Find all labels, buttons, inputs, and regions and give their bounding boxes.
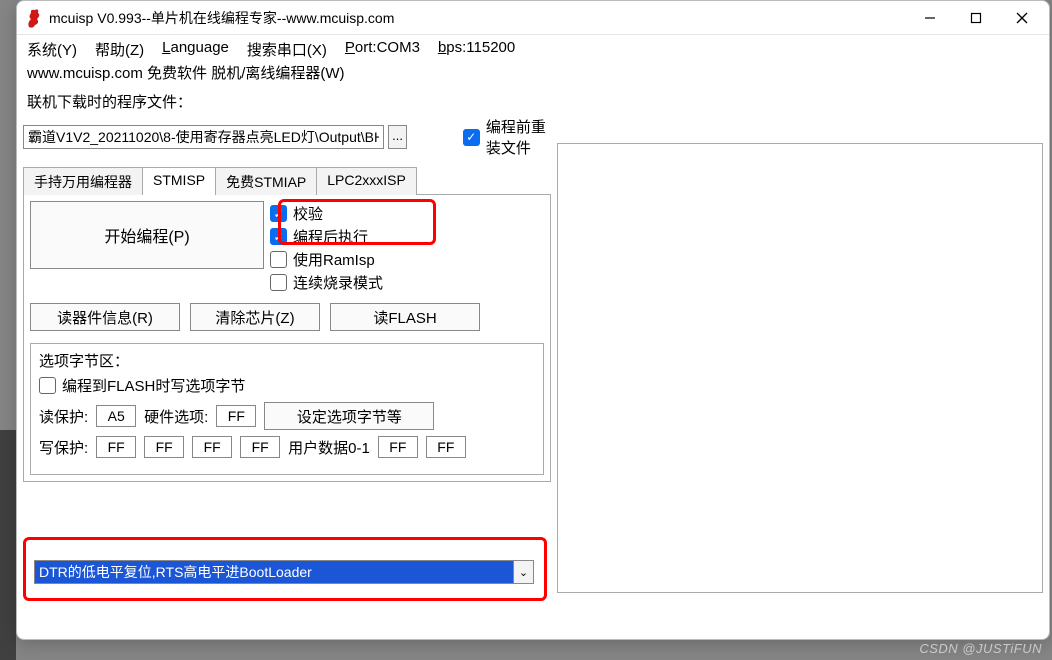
tab-lpc[interactable]: LPC2xxxISP [316, 167, 417, 195]
ud0-input[interactable] [378, 436, 418, 458]
ramisp-checkbox[interactable] [270, 251, 287, 268]
file-path-input[interactable] [23, 125, 384, 149]
minimize-button[interactable] [907, 3, 953, 33]
ud1-input[interactable] [426, 436, 466, 458]
write-protect-label: 写保护: [39, 437, 88, 458]
maximize-button[interactable] [953, 3, 999, 33]
ramisp-label: 使用RamIsp [293, 249, 375, 270]
read-flash-button[interactable]: 读FLASH [330, 303, 480, 331]
read-protect-label: 读保护: [39, 406, 88, 427]
watermark: CSDN @JUSTiFUN [919, 641, 1042, 656]
reload-checkbox[interactable] [463, 129, 480, 146]
app-window: mcuisp V0.993--单片机在线编程专家--www.mcuisp.com… [16, 0, 1050, 640]
verify-label: 校验 [293, 203, 323, 224]
log-panel[interactable] [557, 143, 1043, 593]
tabstrip: 手持万用编程器 STMISP 免费STMIAP LPC2xxxISP [23, 166, 551, 195]
write-optbyte-label: 编程到FLASH时写选项字节 [62, 375, 245, 396]
tab-stmisp[interactable]: STMISP [142, 167, 216, 195]
reload-label: 编程前重装文件 [486, 116, 551, 158]
reset-mode-selected: DTR的低电平复位,RTS高电平进BootLoader [35, 561, 513, 583]
optbyte-header: 选项字节区： [39, 350, 535, 371]
chevron-down-icon[interactable]: ⌄ [513, 561, 533, 583]
run-after-checkbox[interactable] [270, 228, 287, 245]
option-byte-group: 选项字节区： 编程到FLASH时写选项字节 读保护: 硬件选项: 设定选项字节等… [30, 343, 544, 475]
hw-option-input[interactable] [216, 405, 256, 427]
file-label: 联机下载时的程序文件： [23, 89, 551, 114]
run-after-label: 编程后执行 [293, 226, 368, 247]
read-device-info-button[interactable]: 读器件信息(R) [30, 303, 180, 331]
titlebar: mcuisp V0.993--单片机在线编程专家--www.mcuisp.com [17, 1, 1049, 35]
close-button[interactable] [999, 3, 1045, 33]
tab-body: 开始编程(P) 校验 编程后执行 使用RamIsp 连续烧录模式 读器件信息(R… [23, 195, 551, 482]
window-title: mcuisp V0.993--单片机在线编程专家--www.mcuisp.com [49, 8, 907, 28]
verify-checkbox[interactable] [270, 205, 287, 222]
read-protect-input[interactable] [96, 405, 136, 427]
start-program-button[interactable]: 开始编程(P) [30, 201, 264, 269]
hw-option-label: 硬件选项: [144, 406, 208, 427]
subline: www.mcuisp.com 免费软件 脱机/离线编程器(W) [17, 60, 1049, 89]
wp1-input[interactable] [144, 436, 184, 458]
menu-language[interactable]: Language [162, 39, 229, 60]
menubar: 系统(Y) 帮助(Z) Language 搜索串口(X) Port:COM3 b… [17, 35, 1049, 60]
menu-search-port[interactable]: 搜索串口(X) [247, 39, 327, 60]
menu-bps[interactable]: bps:115200 [438, 39, 515, 60]
browse-button[interactable]: ... [388, 125, 407, 149]
highlight-box-2: DTR的低电平复位,RTS高电平进BootLoader ⌄ [23, 537, 547, 601]
menu-port[interactable]: Port:COM3 [345, 39, 420, 60]
menu-help[interactable]: 帮助(Z) [95, 39, 144, 60]
tab-handheld[interactable]: 手持万用编程器 [23, 167, 143, 195]
wp0-input[interactable] [96, 436, 136, 458]
tab-stmiap[interactable]: 免费STMIAP [215, 167, 317, 195]
wp3-input[interactable] [240, 436, 280, 458]
contburn-checkbox[interactable] [270, 274, 287, 291]
set-optbyte-button[interactable]: 设定选项字节等 [264, 402, 434, 430]
app-icon [25, 7, 43, 29]
wp2-input[interactable] [192, 436, 232, 458]
contburn-label: 连续烧录模式 [293, 272, 383, 293]
erase-chip-button[interactable]: 清除芯片(Z) [190, 303, 320, 331]
reset-mode-combo[interactable]: DTR的低电平复位,RTS高电平进BootLoader ⌄ [34, 560, 534, 584]
write-optbyte-checkbox[interactable] [39, 377, 56, 394]
menu-system[interactable]: 系统(Y) [27, 39, 77, 60]
user-data-label: 用户数据0-1 [288, 437, 370, 458]
